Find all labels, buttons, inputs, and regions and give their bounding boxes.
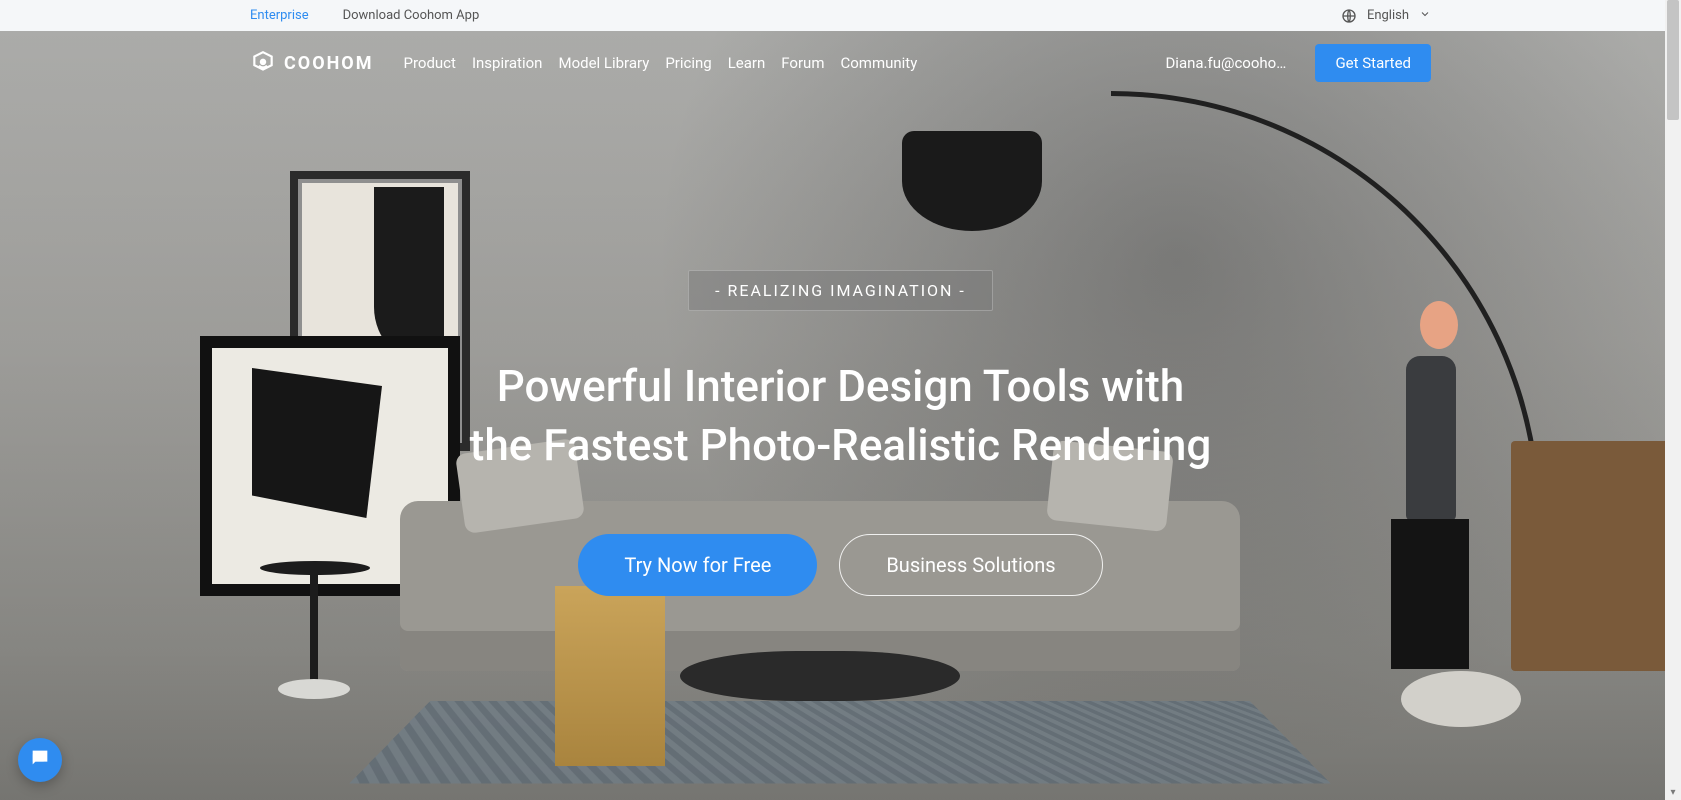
nav-links: Product Inspiration Model Library Pricin… bbox=[403, 54, 917, 72]
hero-content: - REALIZING IMAGINATION - Powerful Inter… bbox=[0, 270, 1681, 596]
language-selector[interactable]: English bbox=[1341, 8, 1431, 24]
chevron-down-icon bbox=[1419, 8, 1431, 24]
nav-model-library[interactable]: Model Library bbox=[558, 54, 649, 72]
enterprise-link[interactable]: Enterprise bbox=[250, 8, 309, 23]
hero-section: COOHOM Product Inspiration Model Library… bbox=[0, 31, 1681, 800]
language-label: English bbox=[1367, 8, 1409, 23]
decor-rug bbox=[350, 701, 1331, 783]
scrollbar-arrow-down-icon[interactable]: ▾ bbox=[1665, 784, 1681, 800]
nav-product[interactable]: Product bbox=[403, 54, 455, 72]
globe-icon bbox=[1341, 8, 1357, 24]
download-app-link[interactable]: Download Coohom App bbox=[343, 8, 480, 23]
nav-forum[interactable]: Forum bbox=[781, 54, 824, 72]
brand-logo[interactable]: COOHOM bbox=[250, 50, 373, 76]
user-email[interactable]: Diana.fu@coohom... bbox=[1165, 54, 1295, 72]
hero-headline: Powerful Interior Design Tools with the … bbox=[461, 357, 1221, 476]
chat-widget-button[interactable] bbox=[18, 738, 62, 782]
decor-gold-block bbox=[555, 586, 665, 766]
hero-cta-row: Try Now for Free Business Solutions bbox=[578, 534, 1102, 596]
nav-inspiration[interactable]: Inspiration bbox=[472, 54, 543, 72]
brand-name: COOHOM bbox=[284, 53, 373, 74]
decor-side-table-base bbox=[278, 679, 350, 699]
nav-learn[interactable]: Learn bbox=[728, 54, 766, 72]
nav-community[interactable]: Community bbox=[840, 54, 917, 72]
main-nav: COOHOM Product Inspiration Model Library… bbox=[0, 31, 1681, 95]
brand-logo-icon bbox=[250, 50, 276, 76]
business-solutions-button[interactable]: Business Solutions bbox=[839, 534, 1102, 596]
scrollbar-thumb[interactable] bbox=[1667, 0, 1679, 120]
browser-scrollbar[interactable]: ▾ bbox=[1665, 0, 1681, 800]
decor-floor-disc bbox=[1401, 671, 1521, 727]
decor-coffee-table bbox=[680, 651, 960, 701]
topbar-left: Enterprise Download Coohom App bbox=[250, 8, 479, 23]
get-started-button[interactable]: Get Started bbox=[1315, 44, 1431, 82]
top-utility-bar: Enterprise Download Coohom App English bbox=[0, 0, 1681, 31]
try-free-button[interactable]: Try Now for Free bbox=[578, 534, 817, 596]
chat-icon bbox=[29, 747, 51, 773]
decor-lamp-shade bbox=[902, 131, 1042, 231]
nav-pricing[interactable]: Pricing bbox=[665, 54, 711, 72]
hero-tagline: - REALIZING IMAGINATION - bbox=[688, 270, 993, 311]
